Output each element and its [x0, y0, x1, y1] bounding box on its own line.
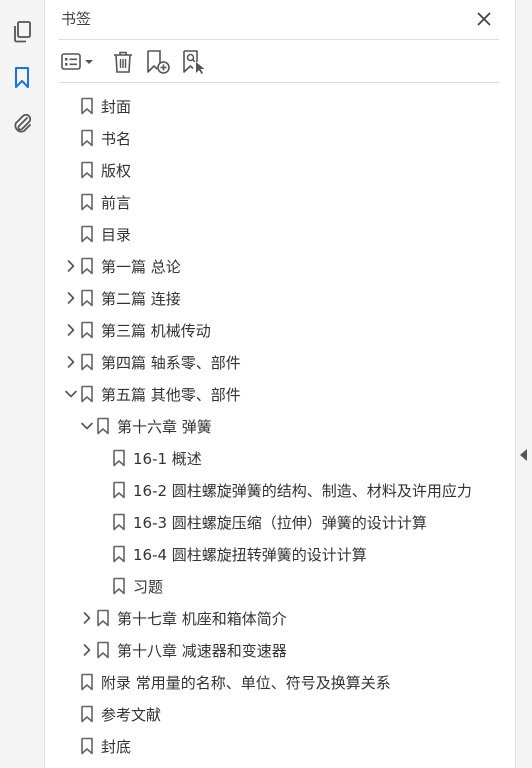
- bookmark-label: 第十六章 弹簧: [117, 418, 212, 436]
- bookmark-icon: [96, 609, 110, 627]
- bookmark-icon: [112, 577, 126, 595]
- bookmark-icon: [80, 257, 94, 275]
- bookmark-icon: [80, 97, 94, 115]
- bookmark-row[interactable]: 参考文献: [45, 698, 515, 730]
- chevron-down-icon[interactable]: [79, 418, 95, 434]
- bookmark-icon: [112, 481, 126, 499]
- panel-title: 书签: [61, 10, 92, 28]
- pages-icon[interactable]: [6, 16, 38, 48]
- bookmark-row[interactable]: 前言: [45, 186, 515, 218]
- bookmark-label: 目录: [101, 226, 132, 244]
- bookmark-row[interactable]: 第十六章 弹簧: [45, 410, 515, 442]
- bookmark-row[interactable]: 封面: [45, 90, 515, 122]
- bookmark-row[interactable]: 16-3 圆柱螺旋压缩（拉伸）弹簧的设计计算: [45, 506, 515, 538]
- chevron-right-icon[interactable]: [63, 290, 79, 306]
- bookmark-row[interactable]: 第二篇 连接: [45, 282, 515, 314]
- bookmark-label: 第四篇 轴系零、部件: [101, 354, 241, 372]
- bookmark-row[interactable]: 版权: [45, 154, 515, 186]
- bookmark-icon: [80, 353, 94, 371]
- trash-icon[interactable]: [111, 48, 135, 76]
- bookmark-label: 封底: [101, 738, 132, 756]
- bookmark-label: 16-4 圆柱螺旋扭转弹簧的设计计算: [133, 546, 367, 564]
- bookmark-label: 第十八章 减速器和变速器: [117, 642, 287, 660]
- bookmark-label: 16-1 概述: [133, 450, 202, 468]
- header-divider: [59, 39, 499, 40]
- chevron-right-icon[interactable]: [63, 354, 79, 370]
- bookmark-row[interactable]: 第十八章 减速器和变速器: [45, 634, 515, 666]
- bookmark-icon: [96, 417, 110, 435]
- bookmark-label: 封面: [101, 98, 132, 116]
- bookmark-icon: [80, 161, 94, 179]
- collapse-panel-icon[interactable]: [519, 446, 529, 464]
- bookmark-icon: [80, 385, 94, 403]
- left-navigation-rail: [0, 0, 45, 768]
- bookmark-label: 第一篇 总论: [101, 258, 181, 276]
- bookmark-row[interactable]: 第四篇 轴系零、部件: [45, 346, 515, 378]
- bookmark-label: 前言: [101, 194, 132, 212]
- bookmark-row[interactable]: 16-1 概述: [45, 442, 515, 474]
- bookmark-label: 参考文献: [101, 706, 162, 724]
- bookmark-icon: [80, 193, 94, 211]
- chevron-down-icon[interactable]: [63, 386, 79, 402]
- close-icon[interactable]: [473, 8, 495, 30]
- toolbar-divider: [59, 82, 499, 83]
- bookmark-icon[interactable]: [6, 62, 38, 94]
- bookmark-row[interactable]: 附录 常用量的名称、单位、符号及换算关系: [45, 666, 515, 698]
- bookmark-icon: [112, 545, 126, 563]
- chevron-right-icon[interactable]: [63, 258, 79, 274]
- bookmarks-toolbar: [45, 44, 515, 82]
- bookmark-row[interactable]: 第五篇 其他零、部件: [45, 378, 515, 410]
- right-collapse-rail: [515, 0, 532, 768]
- bookmark-label: 第五篇 其他零、部件: [101, 386, 241, 404]
- bookmark-label: 第三篇 机械传动: [101, 322, 211, 340]
- bookmark-icon: [96, 641, 110, 659]
- bookmark-row[interactable]: 第三篇 机械传动: [45, 314, 515, 346]
- chevron-right-icon[interactable]: [79, 642, 95, 658]
- bookmark-row[interactable]: 习题: [45, 570, 515, 602]
- bookmark-row[interactable]: 封底: [45, 730, 515, 762]
- bookmark-icon: [80, 705, 94, 723]
- bookmark-row[interactable]: 16-4 圆柱螺旋扭转弹簧的设计计算: [45, 538, 515, 570]
- bookmark-icon: [80, 289, 94, 307]
- bookmark-label: 16-2 圆柱螺旋弹簧的结构、制造、材料及许用应力: [133, 482, 472, 500]
- bookmark-icon: [80, 225, 94, 243]
- bookmark-label: 习题: [133, 578, 164, 596]
- chevron-right-icon[interactable]: [63, 322, 79, 338]
- chevron-right-icon[interactable]: [79, 610, 95, 626]
- bookmark-row[interactable]: 第十七章 机座和箱体简介: [45, 602, 515, 634]
- new-bookmark-icon[interactable]: [145, 48, 171, 76]
- bookmark-row[interactable]: 目录: [45, 218, 515, 250]
- bookmark-label: 第十七章 机座和箱体简介: [117, 610, 287, 628]
- panel-header: 书签: [45, 0, 515, 40]
- bookmark-label: 版权: [101, 162, 132, 180]
- bookmark-icon: [80, 321, 94, 339]
- bookmark-row[interactable]: 第一篇 总论: [45, 250, 515, 282]
- list-options-icon[interactable]: [59, 48, 99, 76]
- bookmark-icon: [112, 449, 126, 467]
- bookmark-icon: [80, 673, 94, 691]
- bookmarks-panel: 书签 封面 书名 版权 前言 目录 第一篇 总论 第二篇 连接 第三篇 机械传动…: [45, 0, 515, 768]
- paperclip-icon[interactable]: [6, 108, 38, 140]
- bookmark-label: 附录 常用量的名称、单位、符号及换算关系: [101, 674, 391, 692]
- bookmark-row[interactable]: 书名: [45, 122, 515, 154]
- bookmark-icon: [80, 129, 94, 147]
- bookmark-label: 书名: [101, 130, 132, 148]
- bookmark-icon: [80, 737, 94, 755]
- bookmark-icon: [112, 513, 126, 531]
- bookmark-label: 第二篇 连接: [101, 290, 181, 308]
- bookmark-row[interactable]: 16-2 圆柱螺旋弹簧的结构、制造、材料及许用应力: [45, 474, 515, 506]
- find-bookmark-icon[interactable]: [181, 48, 207, 76]
- bookmark-label: 16-3 圆柱螺旋压缩（拉伸）弹簧的设计计算: [133, 514, 427, 532]
